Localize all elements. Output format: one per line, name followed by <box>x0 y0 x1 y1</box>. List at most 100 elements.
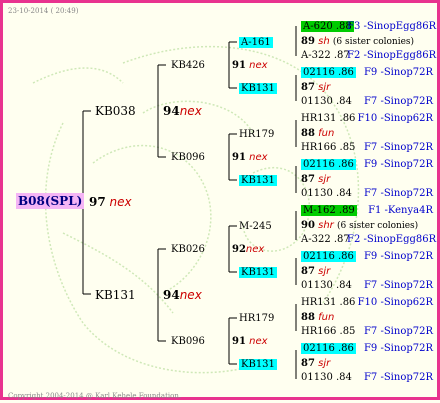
gen3-id-7[interactable]: KB131 <box>239 358 277 371</box>
gen1-num-1: 94 <box>163 288 180 302</box>
gen4-top-right-3: F9 -Sinop72R <box>347 158 433 171</box>
gen4-bot-right-2: F7 -Sinop72R <box>347 141 433 154</box>
gen4-bot-id-7[interactable]: 01130 .84 <box>301 372 352 383</box>
gen4-mid-5: 87 sjr <box>301 265 330 279</box>
pedigree-frame: 23-10-2014 ( 20:49) Copyright 2004-2014 … <box>0 0 440 400</box>
gen3-label-5: KB131 <box>239 267 277 278</box>
gen4-bot-right-4: F2 -SinopEgg86R <box>347 233 437 246</box>
gen4-bot-origin-1: F7 -Sinop72R <box>363 96 433 107</box>
gen4-mid-0: 89 sh (6 sister colonies) <box>301 35 414 49</box>
gen3-id-2[interactable]: HR179 <box>239 128 274 141</box>
gen4-bot-right-0: F2 -SinopEgg86R <box>347 49 437 62</box>
gen4-mid-word-0: sh <box>318 36 330 47</box>
gen4-top-origin-7: F9 -Sinop72R <box>363 343 433 354</box>
gen4-bot-1: 01130 .84 <box>301 95 352 108</box>
gen4-bot-id-0[interactable]: A-322 .87 <box>301 50 350 61</box>
gen3-label-7: KB131 <box>239 359 277 370</box>
gen4-bot-right-5: F7 -Sinop72R <box>347 279 433 292</box>
gen4-top-origin-6: F10 -Sinop62R <box>357 297 433 308</box>
gen3-id-0[interactable]: A-161 <box>239 36 273 49</box>
gen4-bot-id-5[interactable]: 01130 .84 <box>301 280 352 291</box>
gen4-mid-num-7: 87 <box>301 358 315 369</box>
gen4-mid-num-6: 88 <box>301 312 315 323</box>
gen4-top-right-6: F10 -Sinop62R <box>347 296 433 309</box>
gen2-id-1[interactable]: KB096 <box>171 151 205 164</box>
gen2-word-1: nex <box>249 152 268 163</box>
gen4-bot-right-1: F7 -Sinop72R <box>347 95 433 108</box>
gen2-word-2: nex <box>245 244 265 255</box>
gen4-mid-note-0: (6 sister colonies) <box>332 37 415 47</box>
gen4-top-origin-1: F9 -Sinop72R <box>363 67 433 78</box>
gen3-id-6[interactable]: HR179 <box>239 312 274 325</box>
gen4-mid-2: 88 fun <box>301 127 334 141</box>
gen1-id-1[interactable]: KB131 <box>95 288 136 302</box>
gen4-mid-6: 88 fun <box>301 311 334 325</box>
gen2-id-0[interactable]: KB426 <box>171 59 205 72</box>
gen4-mid-num-2: 88 <box>301 128 315 139</box>
gen4-mid-note-4: (6 sister colonies) <box>336 221 419 231</box>
gen2-word-3: nex <box>249 336 268 347</box>
gen4-bot-id-4[interactable]: A-322 .87 <box>301 234 350 245</box>
gen4-bot-4: A-322 .87 <box>301 233 350 246</box>
gen4-mid-num-1: 87 <box>301 82 315 93</box>
root-queen[interactable]: B08(SPL) <box>16 193 85 209</box>
gen4-bot-origin-7: F7 -Sinop72R <box>363 372 433 383</box>
gen4-top-origin-4: F1 -Kenya4R <box>368 205 433 216</box>
gen4-mid-word-5: sjr <box>318 266 331 277</box>
gen4-bot-origin-0: F2 -SinopEgg86R <box>347 50 437 61</box>
gen4-mid-num-5: 87 <box>301 266 315 277</box>
gen3-label-0: A-161 <box>239 37 273 48</box>
gen3-label-4: M-245 <box>239 221 272 232</box>
gen4-top-id-0[interactable]: A-620 .88 <box>301 21 354 32</box>
gen1-num-0: 94 <box>163 104 180 118</box>
gen3-label-1: KB131 <box>239 83 277 94</box>
gen4-top-right-0: F3 -SinopEgg86R <box>347 20 437 33</box>
gen4-mid-word-4: shr <box>318 220 334 231</box>
gen4-bot-origin-6: F7 -Sinop72R <box>363 326 433 337</box>
gen4-mid-7: 87 sjr <box>301 357 330 371</box>
gen4-mid-word-2: fun <box>318 128 335 139</box>
gen2-word-0: nex <box>249 60 268 71</box>
gen3-id-4[interactable]: M-245 <box>239 220 272 233</box>
gen3-label-3: KB131 <box>239 175 277 186</box>
gen4-bot-0: A-322 .87 <box>301 49 350 62</box>
gen4-mid-word-1: sjr <box>318 82 331 93</box>
root-score-word: nex <box>109 195 132 209</box>
gen4-top-right-4: F1 -Kenya4R <box>347 204 433 217</box>
gen4-bot-right-7: F7 -Sinop72R <box>347 371 433 384</box>
gen4-bot-origin-3: F7 -Sinop72R <box>363 188 433 199</box>
gen2-num-2: 92 <box>232 244 246 255</box>
gen3-label-2: HR179 <box>239 129 275 140</box>
root-score-num: 97 <box>89 195 106 209</box>
gen2-score-1: 91 nex <box>232 151 268 164</box>
gen4-bot-origin-4: F2 -SinopEgg86R <box>347 234 437 245</box>
gen2-id-2[interactable]: KB026 <box>171 243 205 256</box>
gen1-word-0: nex <box>179 104 202 118</box>
gen4-mid-word-6: fun <box>318 312 335 323</box>
gen4-bot-7: 01130 .84 <box>301 371 352 384</box>
gen4-mid-word-3: sjr <box>318 174 331 185</box>
gen4-top-right-1: F9 -Sinop72R <box>347 66 433 79</box>
gen4-bot-5: 01130 .84 <box>301 279 352 292</box>
gen4-mid-num-4: 90 <box>301 220 315 231</box>
gen4-top-origin-0: F3 -SinopEgg86R <box>347 21 437 32</box>
gen4-bot-id-3[interactable]: 01130 .84 <box>301 188 352 199</box>
gen3-id-1[interactable]: KB131 <box>239 82 277 95</box>
gen3-id-3[interactable]: KB131 <box>239 174 277 187</box>
root-score: 97 nex <box>89 195 132 209</box>
gen4-top-origin-5: F9 -Sinop72R <box>363 251 433 262</box>
gen2-id-3[interactable]: KB096 <box>171 335 205 348</box>
gen4-top-right-5: F9 -Sinop72R <box>347 250 433 263</box>
gen2-score-3: 91 nex <box>232 335 268 348</box>
gen4-mid-3: 87 sjr <box>301 173 330 187</box>
gen4-top-origin-3: F9 -Sinop72R <box>363 159 433 170</box>
gen4-bot-id-1[interactable]: 01130 .84 <box>301 96 352 107</box>
gen3-id-5[interactable]: KB131 <box>239 266 277 279</box>
gen2-num-1: 91 <box>232 152 246 163</box>
gen2-num-0: 91 <box>232 60 246 71</box>
gen2-score-2: 92nex <box>232 243 264 256</box>
root-queen-id: B08(SPL) <box>16 193 85 209</box>
gen1-score-1: 94nex <box>163 288 202 302</box>
gen1-id-0[interactable]: KB038 <box>95 104 136 118</box>
gen4-bot-right-3: F7 -Sinop72R <box>347 187 433 200</box>
